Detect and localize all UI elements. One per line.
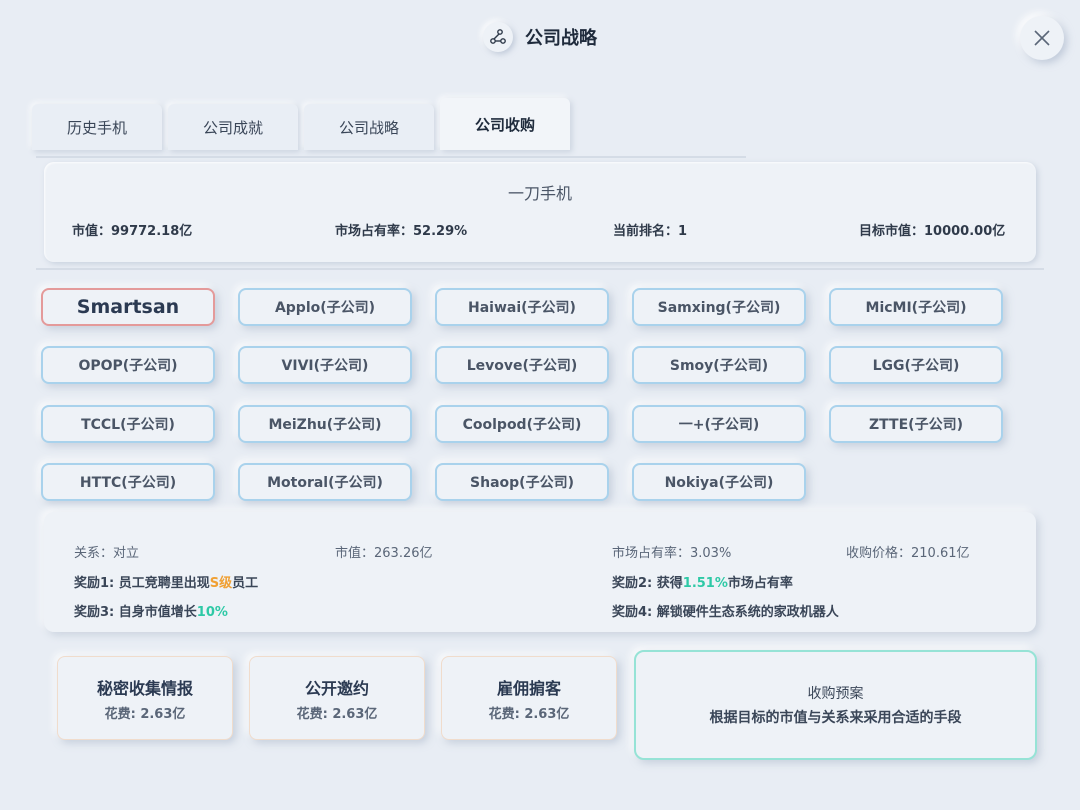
action-title: 雇佣掮客 (496, 678, 561, 698)
tab-history-phones[interactable]: 历史手机 (32, 104, 162, 150)
acquisition-plan-button[interactable]: 收购预案 根据目标的市值与关系来采用合适的手段 (634, 650, 1037, 760)
action-cost: 花费: 2.63亿 (296, 706, 378, 722)
company-button-smoy[interactable]: Smoy(子公司) (632, 346, 806, 384)
company-button-smartsan[interactable]: Smartsan (41, 288, 215, 326)
company-button-samxing[interactable]: Samxing(子公司) (632, 288, 806, 326)
company-info-card: 一刀手机 市值：99772.18亿 市场占有率：52.29% 当前排名：1 目标… (44, 162, 1036, 262)
page-title: 公司战略 (525, 28, 597, 49)
tab-acquisition[interactable]: 公司收购 (440, 98, 570, 150)
close-button[interactable] (1020, 16, 1064, 60)
company-button-levove[interactable]: Levove(子公司) (435, 346, 609, 384)
company-button-yijia[interactable]: 一+(子公司) (632, 405, 806, 443)
tab-divider (36, 156, 746, 158)
company-button-nokiya[interactable]: Nokiya(子公司) (632, 463, 806, 501)
company-button-haiwai[interactable]: Haiwai(子公司) (435, 288, 609, 326)
company-button-micmi[interactable]: MicMI(子公司) (829, 288, 1003, 326)
action-cost: 花费: 2.63亿 (488, 706, 570, 722)
acquisition-detail-card: 关系：对立 市值：263.26亿 市场占有率：3.03% 收购价格：210.61… (44, 512, 1036, 632)
plan-title: 收购预案 (807, 686, 864, 702)
section-divider (36, 268, 1044, 270)
reward-3: 奖励3: 自身市值增长10% (74, 605, 228, 620)
company-button-coolpod[interactable]: Coolpod(子公司) (435, 405, 609, 443)
company-name: 一刀手机 (507, 184, 572, 203)
action-title: 公开邀约 (304, 678, 369, 698)
acquisition-price: 收购价格：210.61亿 (846, 546, 970, 561)
public-offer-button[interactable]: 公开邀约 花费: 2.63亿 (249, 656, 425, 740)
current-rank: 当前排名：1 (613, 224, 688, 239)
company-button-meizhu[interactable]: MeiZhu(子公司) (238, 405, 412, 443)
page-header: 公司战略 (0, 22, 1080, 52)
tab-bar: 历史手机 公司成就 公司战略 公司收购 (32, 98, 570, 150)
close-icon (1034, 30, 1050, 46)
network-icon (483, 22, 513, 52)
relation-text: 关系：对立 (74, 546, 140, 561)
hire-broker-button[interactable]: 雇佣掮客 花费: 2.63亿 (441, 656, 617, 740)
company-button-httc[interactable]: HTTC(子公司) (41, 463, 215, 501)
company-button-applo[interactable]: Applo(子公司) (238, 288, 412, 326)
company-button-ztte[interactable]: ZTTE(子公司) (829, 405, 1003, 443)
plan-description: 根据目标的市值与关系来采用合适的手段 (709, 710, 962, 726)
reward-2: 奖励2: 获得1.51%市场占有率 (612, 576, 793, 591)
company-button-opop[interactable]: OPOP(子公司) (41, 346, 215, 384)
tab-achievements[interactable]: 公司成就 (168, 104, 298, 150)
market-share: 市场占有率：52.29% (335, 224, 468, 239)
company-button-shaop[interactable]: Shaop(子公司) (435, 463, 609, 501)
tab-strategy[interactable]: 公司战略 (304, 104, 434, 150)
reward-1: 奖励1: 员工竞聘里出现S级员工 (74, 576, 259, 591)
company-button-tccl[interactable]: TCCL(子公司) (41, 405, 215, 443)
gather-intel-button[interactable]: 秘密收集情报 花费: 2.63亿 (57, 656, 233, 740)
reward-4: 奖励4: 解锁硬件生态系统的家政机器人 (612, 605, 839, 620)
target-market-share: 市场占有率：3.03% (612, 546, 732, 561)
action-cost: 花费: 2.63亿 (104, 706, 186, 722)
company-button-vivi[interactable]: VIVI(子公司) (238, 346, 412, 384)
market-value: 市值：99772.18亿 (72, 224, 193, 239)
company-button-lgg[interactable]: LGG(子公司) (829, 346, 1003, 384)
target-value: 目标市值：10000.00亿 (859, 224, 1006, 239)
company-button-motoral[interactable]: Motoral(子公司) (238, 463, 412, 501)
target-market-value: 市值：263.26亿 (335, 546, 433, 561)
action-title: 秘密收集情报 (96, 678, 193, 698)
